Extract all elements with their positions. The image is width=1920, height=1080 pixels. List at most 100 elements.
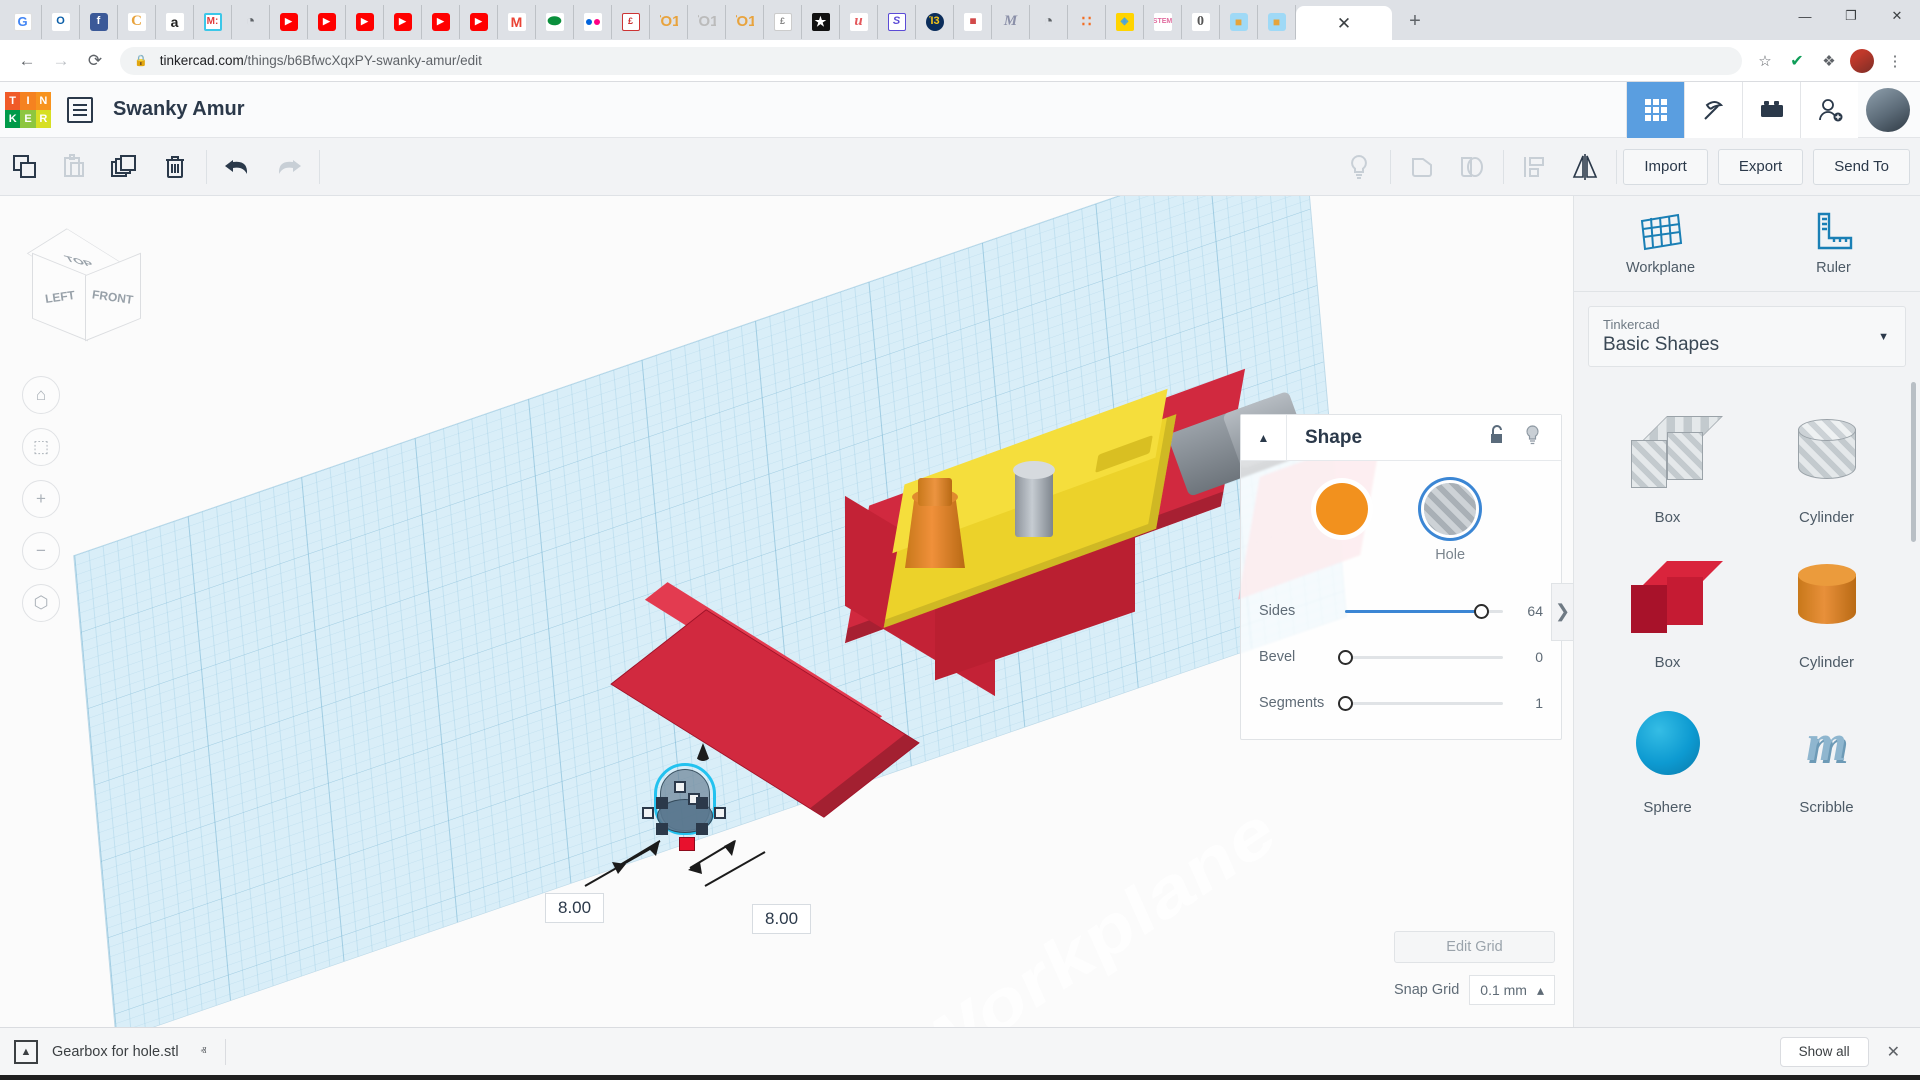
workplane-tool[interactable]: Workplane	[1574, 196, 1747, 291]
zoom-out-button[interactable]: −	[22, 532, 60, 570]
shape-item-cylinder-solid[interactable]: Cylinder	[1747, 532, 1906, 677]
align-button[interactable]	[1510, 138, 1560, 196]
globe2-tab[interactable]: ◔	[1030, 4, 1068, 39]
resize-handle-left[interactable]	[642, 807, 654, 819]
avatar[interactable]	[1850, 48, 1874, 73]
ungroup-button[interactable]	[1447, 138, 1497, 196]
view-nav-cube[interactable]: TOP LEFT FRONT	[22, 224, 141, 342]
idea-tab-3[interactable]: Ὂ1	[726, 4, 764, 39]
youtube-tab-1[interactable]: ▶	[270, 4, 308, 39]
user-avatar[interactable]	[1866, 87, 1910, 132]
3d-canvas[interactable]: Workplane 8.00 8.00 TOP LEFT FRONT ⌂ ⬚ +…	[0, 196, 1573, 1027]
tinkercad-logo[interactable]: TINKER	[5, 91, 51, 128]
taskbar-alienware[interactable]: ◉	[622, 1075, 672, 1080]
green-circle-tab[interactable]: ⬬	[536, 4, 574, 39]
task-view-button[interactable]: ▤	[372, 1075, 422, 1080]
bookmark-star-icon[interactable]: ☆	[1750, 46, 1780, 76]
light-button[interactable]	[1334, 138, 1384, 196]
redo-button[interactable]	[263, 138, 313, 196]
forward-button[interactable]: →	[44, 44, 78, 78]
stem-tab[interactable]: STEM	[1144, 4, 1182, 39]
slider-sides[interactable]: Sides 64	[1241, 591, 1561, 631]
menu-list-icon[interactable]	[67, 96, 93, 123]
solid-swatch[interactable]	[1316, 483, 1368, 535]
zero-tab[interactable]: 0	[1182, 4, 1220, 39]
facebook-tab[interactable]: f	[80, 4, 118, 39]
dimension-label-y[interactable]: 8.00	[752, 904, 812, 934]
star-tab[interactable]: ★	[802, 4, 840, 39]
lightbulb-icon[interactable]	[1524, 424, 1541, 451]
s-tab[interactable]: S	[878, 4, 916, 39]
collapse-shapes-panel-button[interactable]: ❯	[1551, 582, 1573, 641]
slider-bevel[interactable]: Bevel 0	[1241, 637, 1561, 677]
slider-segments[interactable]: Segments 1	[1241, 683, 1561, 723]
taskbar-file-explorer[interactable]: 🗀	[472, 1075, 522, 1080]
unlock-icon[interactable]	[1488, 424, 1506, 451]
shapes-scrollbar[interactable]	[1911, 382, 1916, 542]
ruler-tool[interactable]: Ruler	[1747, 196, 1920, 291]
slider-track-segments[interactable]	[1338, 693, 1503, 713]
slider-knob-bevel[interactable]	[1338, 649, 1353, 665]
taskbar-edge[interactable]: e	[422, 1075, 472, 1080]
reload-button[interactable]: ⟳	[78, 44, 112, 78]
copy-button[interactable]	[0, 138, 50, 196]
ortho-view-button[interactable]: ⬡	[22, 584, 60, 622]
idea-tab-2[interactable]: Ὂ1	[688, 4, 726, 39]
close-download-bar-icon[interactable]: ✕	[1887, 1042, 1906, 1062]
blocks-button[interactable]	[1742, 81, 1800, 138]
globe-tab[interactable]: ◔	[232, 4, 270, 39]
youtube-tab-6[interactable]: ▶	[460, 4, 498, 39]
taskbar-mail[interactable]: ✉	[672, 1075, 722, 1080]
taskbar-fusion[interactable]: F	[772, 1075, 822, 1080]
snap-grid-select[interactable]: 0.1 mm ▴	[1469, 975, 1555, 1005]
new-tab-button[interactable]: +	[1398, 4, 1432, 38]
solid-option[interactable]: Solid	[1316, 483, 1368, 563]
doc-tab[interactable]: £	[612, 4, 650, 39]
calendar-tab[interactable]: ▦	[954, 4, 992, 39]
m-script-tab[interactable]: M	[992, 4, 1030, 39]
send-to-button[interactable]: Send To	[1813, 148, 1910, 185]
hole-swatch[interactable]	[1424, 483, 1477, 535]
maximize-button[interactable]: ❐	[1828, 0, 1874, 32]
taskbar-arduino[interactable]: ∞	[822, 1075, 872, 1080]
slider-track-sides[interactable]	[1345, 601, 1503, 621]
download-item[interactable]: ▲ Gearbox for hole.stl ⱏ	[14, 1035, 207, 1069]
youtube-tab-3[interactable]: ▶	[346, 4, 384, 39]
slider-knob-sides[interactable]	[1473, 603, 1489, 619]
taskbar-store[interactable]: ⊞	[572, 1075, 622, 1080]
gmail-tab[interactable]: M	[498, 4, 536, 39]
back-button[interactable]: ←	[10, 44, 44, 78]
amazon-tab[interactable]: a	[156, 4, 194, 39]
page-title[interactable]: Swanky Amur	[113, 98, 245, 121]
fit-view-button[interactable]: ⬚	[22, 428, 60, 466]
flickr-tab[interactable]	[574, 4, 612, 39]
zoom-in-button[interactable]: +	[22, 480, 60, 518]
tile-tab[interactable]: £	[764, 4, 802, 39]
corner-handle-tl[interactable]	[656, 797, 668, 809]
shape-item-scribble[interactable]: m Scribble	[1747, 677, 1906, 822]
u-tab[interactable]: u	[840, 4, 878, 39]
youtube-tab-4[interactable]: ▶	[384, 4, 422, 39]
minimize-button[interactable]: —	[1782, 0, 1828, 32]
minecraft-button[interactable]	[1684, 81, 1742, 138]
outlook-tab[interactable]: O	[42, 4, 80, 39]
invite-button[interactable]	[1800, 81, 1858, 138]
taskbar-chrome[interactable]: ●	[722, 1075, 772, 1080]
extension-puzzle-icon[interactable]: ❖	[1814, 46, 1844, 76]
duplicate-button[interactable]	[100, 138, 150, 196]
address-bar[interactable]: 🔒 tinkercad.com /things/b6BfwcXqxPY-swan…	[120, 46, 1742, 75]
delete-button[interactable]	[150, 138, 200, 196]
shape-inspector-panel[interactable]: ▲ Shape Solid	[1240, 414, 1562, 740]
import-button[interactable]: Import	[1623, 148, 1708, 185]
hole-option[interactable]: Hole	[1424, 483, 1477, 563]
slider-track-bevel[interactable]	[1338, 647, 1503, 667]
edit-grid-button[interactable]: Edit Grid	[1393, 931, 1555, 963]
m-tab[interactable]: M:	[194, 4, 232, 39]
shape-item-box-hole[interactable]: Box	[1588, 387, 1747, 532]
home-view-button[interactable]: ⌂	[22, 376, 60, 414]
youtube-tab-5[interactable]: ▶	[422, 4, 460, 39]
orange-grid-tab[interactable]: ∷	[1068, 4, 1106, 39]
show-all-button[interactable]: Show all	[1779, 1036, 1869, 1067]
corner-handle-tr[interactable]	[696, 797, 708, 809]
download-file-name[interactable]: Gearbox for hole.stl	[52, 1044, 179, 1060]
